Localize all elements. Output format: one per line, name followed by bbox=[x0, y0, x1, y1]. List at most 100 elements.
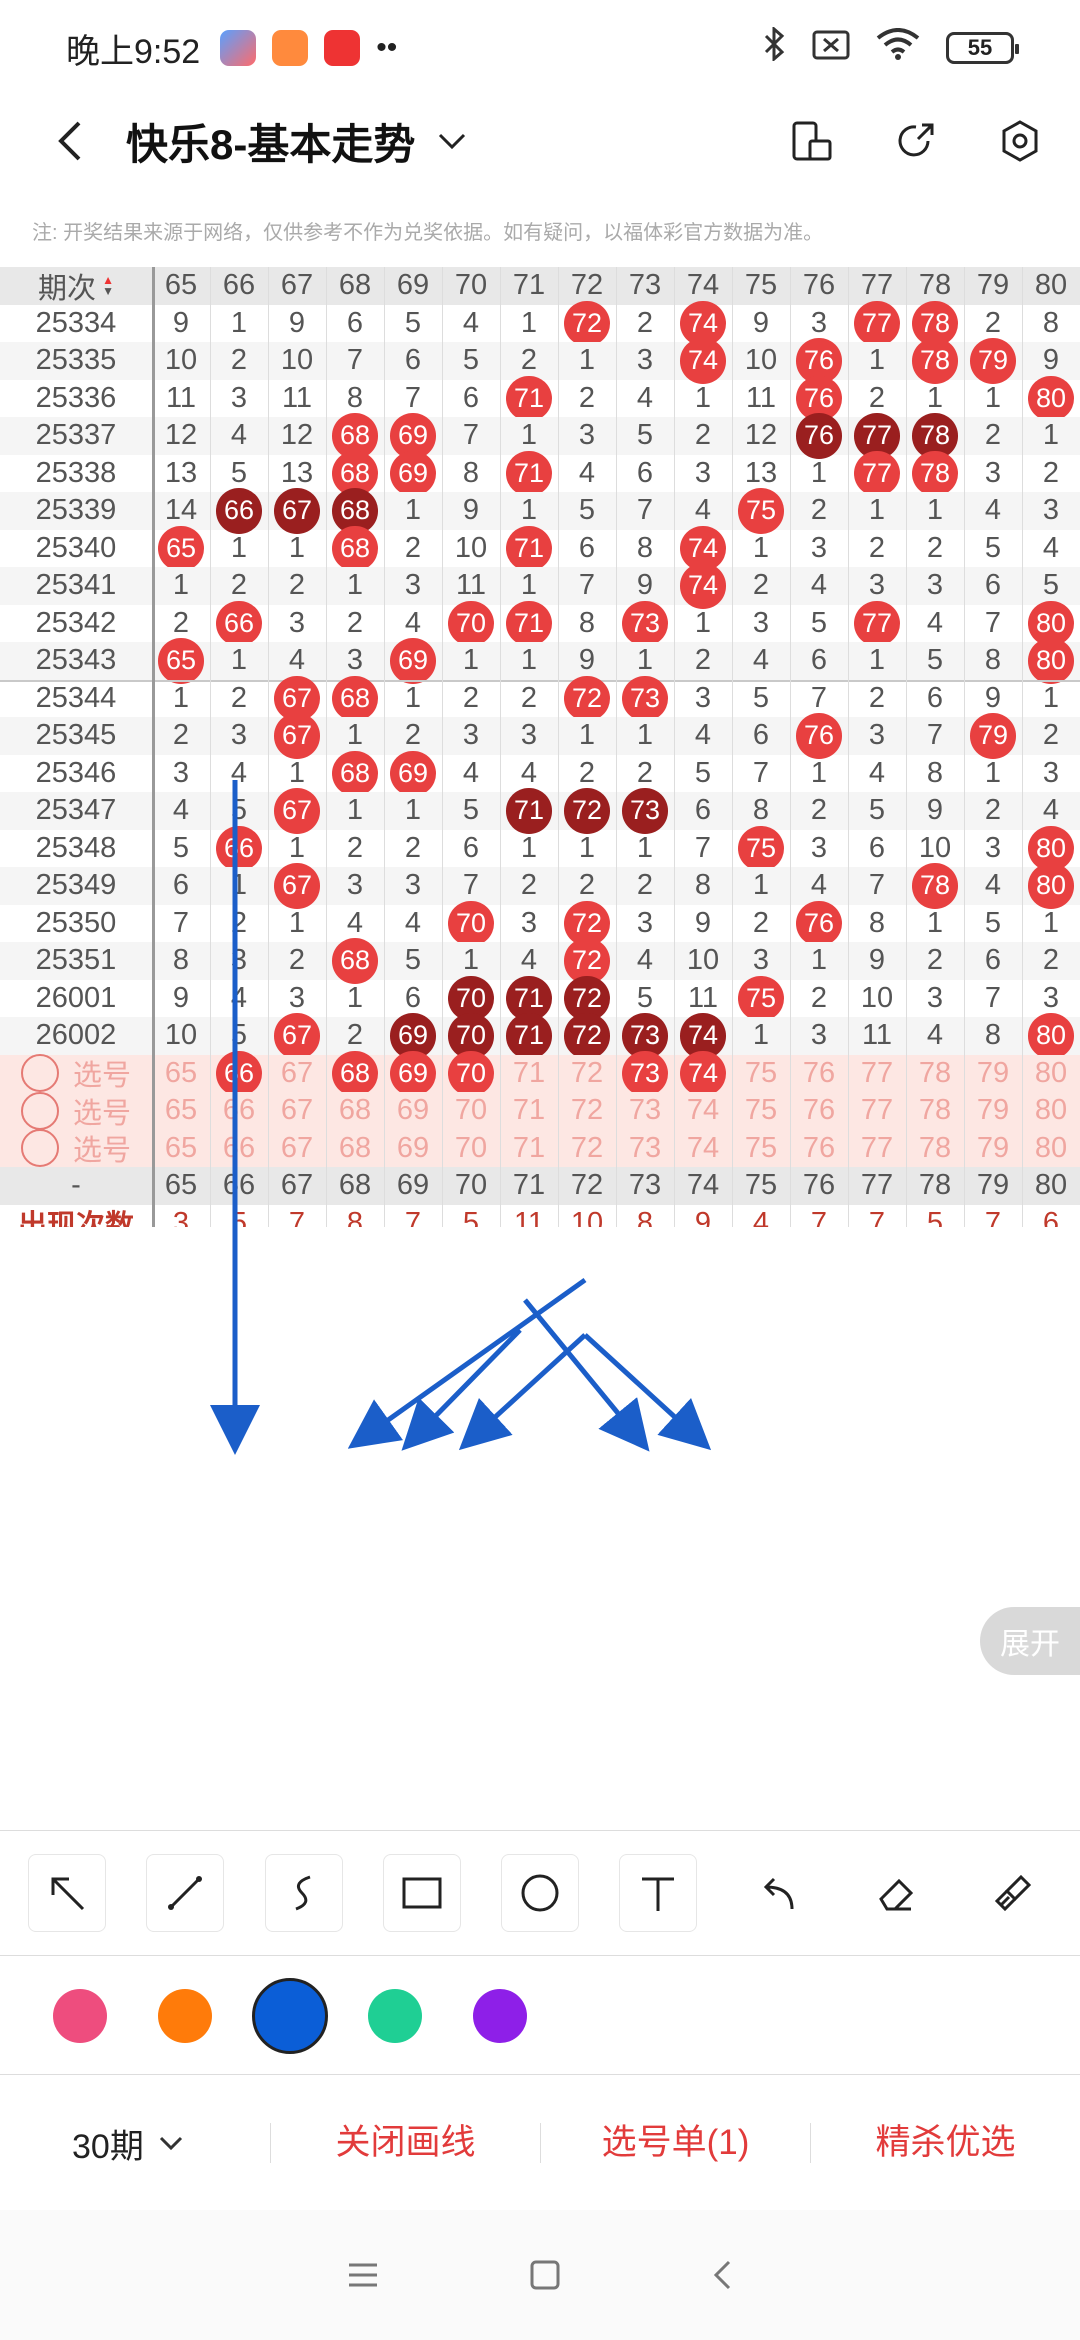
pick-number-cell[interactable]: 67 bbox=[268, 1092, 326, 1130]
pick-number-cell[interactable]: 70 bbox=[442, 1050, 500, 1096]
number-cell: 1 bbox=[636, 831, 654, 864]
menu-icon[interactable] bbox=[347, 2262, 379, 2288]
pick-number-cell[interactable]: 67 bbox=[268, 1130, 326, 1168]
pick-number-cell[interactable]: 69 bbox=[384, 1130, 442, 1168]
back-nav-icon[interactable] bbox=[711, 2259, 733, 2291]
select-circle-icon[interactable] bbox=[20, 1054, 59, 1093]
pick-number-cell[interactable]: 78 bbox=[906, 1055, 964, 1093]
selected-number-ball[interactable]: 70 bbox=[448, 1050, 494, 1096]
number-cell: 3 bbox=[868, 719, 886, 752]
pick-number-cell[interactable]: 73 bbox=[616, 1130, 674, 1168]
title-dropdown-button[interactable] bbox=[437, 121, 477, 161]
pick-number-cell[interactable]: 75 bbox=[732, 1055, 790, 1093]
share-button[interactable] bbox=[886, 111, 946, 171]
number-cell: 2 bbox=[752, 906, 770, 939]
pick-number-cell[interactable]: 75 bbox=[732, 1092, 790, 1130]
color-swatch[interactable] bbox=[158, 1989, 212, 2043]
pick-number-cell[interactable]: 77 bbox=[848, 1092, 906, 1130]
clear-all-button[interactable] bbox=[974, 1854, 1052, 1932]
back-button[interactable] bbox=[40, 111, 100, 171]
settings-button[interactable] bbox=[990, 111, 1050, 171]
pick-number-cell[interactable]: 65 bbox=[152, 1055, 210, 1093]
expand-button[interactable]: 展开 bbox=[980, 1607, 1080, 1675]
orientation-toggle-button[interactable] bbox=[782, 111, 842, 171]
pick-number-cell[interactable]: 72 bbox=[558, 1055, 616, 1093]
circle-tool-button[interactable] bbox=[500, 1853, 579, 1932]
eraser-button[interactable] bbox=[856, 1854, 934, 1932]
page-title[interactable]: 快乐8-基本走势 bbox=[126, 111, 415, 172]
pick-number-cell[interactable]: 68 bbox=[326, 1050, 384, 1096]
pick-number-cell[interactable]: 72 bbox=[558, 1130, 616, 1168]
pick-number-cell[interactable]: 80 bbox=[1022, 1092, 1080, 1130]
drawn-number-ball: 78 bbox=[912, 338, 958, 384]
pick-number-cell[interactable]: 79 bbox=[964, 1092, 1022, 1130]
pick-number-cell[interactable]: 77 bbox=[848, 1130, 906, 1168]
pick-number-cell[interactable]: 70 bbox=[442, 1130, 500, 1168]
pick-number-cell[interactable]: 76 bbox=[790, 1130, 848, 1168]
select-circle-icon[interactable] bbox=[20, 1129, 59, 1168]
pick-number-cell[interactable]: 71 bbox=[500, 1130, 558, 1168]
arrow-icon bbox=[51, 1877, 85, 1910]
pick-number-cell[interactable]: 70 bbox=[442, 1092, 500, 1130]
pick-number-cell[interactable]: 74 bbox=[674, 1130, 732, 1168]
pick-number-cell[interactable]: 66 bbox=[210, 1092, 268, 1130]
color-swatch[interactable] bbox=[473, 1989, 527, 2043]
pick-number-cell[interactable]: 65 bbox=[152, 1130, 210, 1168]
pick-number-cell[interactable]: 73 bbox=[616, 1092, 674, 1130]
pick-number-cell[interactable]: 74 bbox=[674, 1050, 732, 1096]
line-tool-button[interactable] bbox=[146, 1853, 225, 1932]
precise-selection-button[interactable]: 精杀优选 bbox=[810, 2123, 1080, 2163]
pick-number-cell[interactable]: 71 bbox=[500, 1092, 558, 1130]
select-circle-icon[interactable] bbox=[20, 1091, 59, 1130]
selected-number-ball[interactable]: 66 bbox=[216, 1050, 262, 1096]
close-lines-button[interactable]: 关闭画线 bbox=[270, 2123, 540, 2163]
pick-number-cell[interactable]: 79 bbox=[964, 1055, 1022, 1093]
pick-number-cell[interactable]: 68 bbox=[326, 1130, 384, 1168]
pick-number-cell[interactable]: 75 bbox=[732, 1130, 790, 1168]
pick-list-button[interactable]: 选号单(1) bbox=[540, 2123, 810, 2163]
pick-number-cell[interactable]: 76 bbox=[790, 1092, 848, 1130]
pick-number-cell[interactable]: 71 bbox=[500, 1055, 558, 1093]
selected-number-ball[interactable]: 68 bbox=[332, 1050, 378, 1096]
period-selector[interactable]: 30期 bbox=[0, 2119, 270, 2168]
pick-row-label[interactable]: 选号 bbox=[0, 1129, 152, 1168]
drawn-arrow bbox=[401, 1328, 522, 1451]
rectangle-tool-button[interactable] bbox=[382, 1853, 461, 1932]
arrow-tool-button[interactable] bbox=[28, 1853, 107, 1932]
selected-number-ball[interactable]: 69 bbox=[390, 1050, 436, 1096]
selected-number-ball[interactable]: 74 bbox=[680, 1050, 726, 1096]
curve-tool-button[interactable] bbox=[264, 1853, 343, 1932]
number-cell: 5 bbox=[868, 794, 886, 827]
color-swatch[interactable] bbox=[368, 1989, 422, 2043]
pick-number-cell[interactable]: 72 bbox=[558, 1092, 616, 1130]
undo-button[interactable] bbox=[737, 1854, 815, 1932]
pick-number-cell[interactable]: 80 bbox=[1022, 1130, 1080, 1168]
pick-number-cell[interactable]: 78 bbox=[906, 1130, 964, 1168]
pick-number-cell[interactable]: 69 bbox=[384, 1050, 442, 1096]
pick-number-cell[interactable]: 78 bbox=[906, 1092, 964, 1130]
pick-number-cell[interactable]: 65 bbox=[152, 1092, 210, 1130]
pick-number-cell[interactable]: 80 bbox=[1022, 1055, 1080, 1093]
number-cell: 72 bbox=[558, 675, 616, 721]
pick-number-cell[interactable]: 73 bbox=[616, 1050, 674, 1096]
pick-number-cell[interactable]: 67 bbox=[268, 1055, 326, 1093]
color-swatch[interactable] bbox=[53, 1989, 107, 2043]
period-column-header[interactable]: 期次 ▲ ▼ bbox=[0, 267, 152, 305]
selected-number-ball[interactable]: 73 bbox=[622, 1050, 668, 1096]
text-tool-button[interactable] bbox=[619, 1853, 698, 1932]
pick-number-cell[interactable]: 69 bbox=[384, 1092, 442, 1130]
period-cell: 25342 bbox=[35, 606, 117, 639]
pick-row-label[interactable]: 选号 bbox=[0, 1091, 152, 1130]
home-icon[interactable] bbox=[529, 2259, 561, 2291]
pick-number-cell[interactable]: 66 bbox=[210, 1050, 268, 1096]
pick-number-cell[interactable]: 77 bbox=[848, 1055, 906, 1093]
color-swatch[interactable] bbox=[252, 1978, 328, 2054]
pick-number-cell[interactable]: 76 bbox=[790, 1055, 848, 1093]
pick-number-cell[interactable]: 68 bbox=[326, 1092, 384, 1130]
pick-number-cell[interactable]: 66 bbox=[210, 1130, 268, 1168]
pick-row-label[interactable]: 选号 bbox=[0, 1054, 152, 1093]
number-cell: 80 bbox=[1022, 600, 1080, 646]
pick-number-cell[interactable]: 74 bbox=[674, 1092, 732, 1130]
pick-number-cell[interactable]: 79 bbox=[964, 1130, 1022, 1168]
drawn-arrow bbox=[458, 1333, 587, 1451]
